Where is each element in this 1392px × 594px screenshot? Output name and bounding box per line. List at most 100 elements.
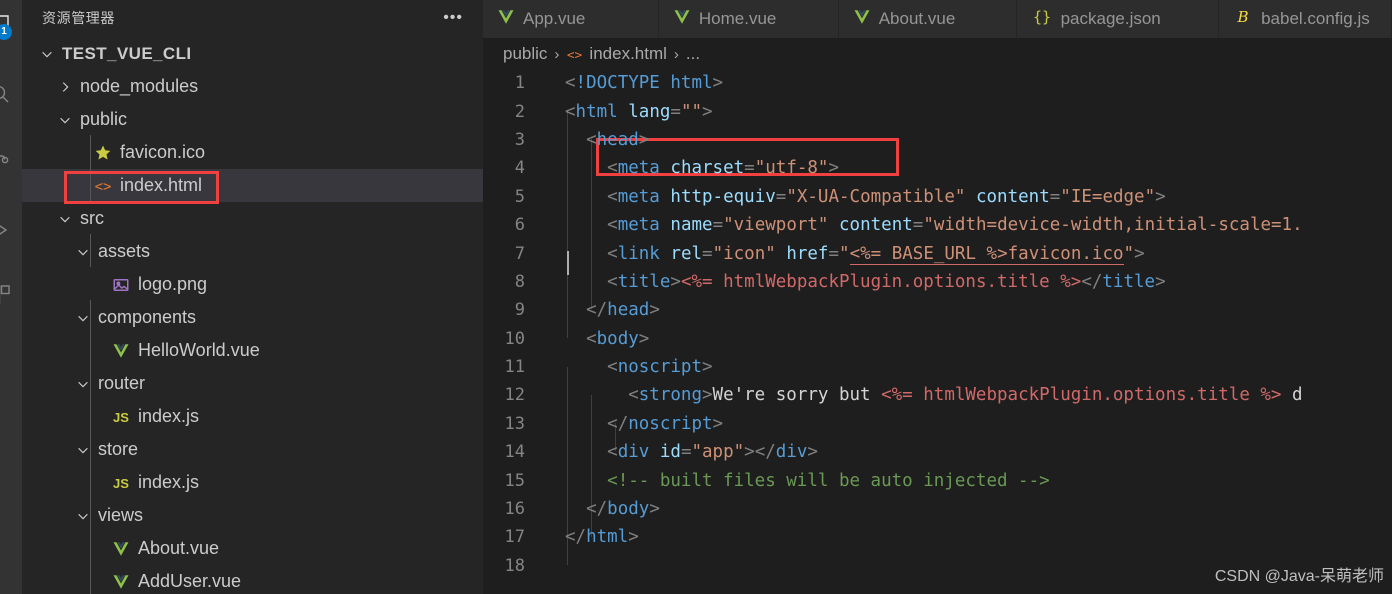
chevron-down-icon[interactable] (38, 45, 56, 63)
code-token: > (702, 101, 713, 122)
tree-folder-assets[interactable]: assets (22, 235, 483, 268)
breadcrumb-file[interactable]: index.html (589, 44, 666, 64)
tree-folder-router[interactable]: router (22, 367, 483, 400)
line-number: 5 (514, 186, 525, 207)
tree-file-index.html[interactable]: <> index.html (22, 169, 483, 202)
code-line: 13 </noscript> (483, 410, 1392, 438)
run-debug-icon[interactable] (0, 208, 22, 252)
code-line: 5 <meta http-equiv="X-UA-Compatible" con… (483, 183, 1392, 211)
breadcrumb-folder[interactable]: public (503, 44, 547, 64)
tree-item-label: TEST_VUE_CLI (62, 43, 192, 63)
editor-group: App.vue Home.vue About.vue {} package.json Bb… (483, 0, 1392, 594)
svg-text:JS: JS (113, 476, 129, 491)
code-line-text: <!-- built files will be auto injected -… (537, 471, 1050, 491)
code-token: < (607, 357, 618, 378)
tree-file-About.vue[interactable]: About.vue (22, 532, 483, 565)
tree-folder-store[interactable]: store (22, 433, 483, 466)
code-token: meta (617, 158, 660, 179)
code-line-text: <html lang=""> (537, 102, 713, 122)
tab-label: App.vue (523, 9, 586, 28)
code-token: name (670, 215, 713, 236)
code-editor[interactable]: 1 <!DOCTYPE html> 2 <html lang=""> 3 <head> 4… (483, 69, 1392, 594)
tree-folder-public[interactable]: public (22, 103, 483, 136)
code-line-text: <meta http-equiv="X-UA-Compatible" conte… (537, 187, 1166, 207)
code-token: </ (565, 527, 587, 548)
code-line: 12 <strong>We're sorry but <%= htmlWebpa… (483, 381, 1392, 409)
tree-folder-components[interactable]: components (22, 301, 483, 334)
code-line-text: <body> (537, 329, 649, 349)
svg-text:B: B (1237, 8, 1249, 26)
tab-babel.config.js[interactable]: Bbabel.config.js (1219, 0, 1392, 38)
code-token: link (617, 243, 660, 264)
code-token: > (649, 300, 660, 321)
tree-folder-node_modules[interactable]: node_modules (22, 70, 483, 103)
tab-label: babel.config.js (1261, 9, 1370, 28)
tab-About.vue[interactable]: About.vue (838, 0, 1017, 38)
code-line-text: <meta name="viewport" content="width=dev… (537, 215, 1302, 236)
vue-icon (673, 8, 691, 31)
extensions-icon[interactable] (0, 272, 22, 316)
explorer-sidebar: 资源管理器 ••• TEST_VUE_CLI node_modules public… (22, 0, 483, 594)
code-token: < (586, 328, 597, 349)
code-token: "viewport" (723, 215, 829, 236)
code-token: noscript (628, 413, 713, 434)
json-icon: {} (1031, 8, 1053, 31)
code-token: < (628, 385, 639, 406)
code-token: = (744, 158, 755, 179)
js-icon: JS (110, 406, 132, 428)
tab-Home.vue[interactable]: Home.vue (658, 0, 839, 38)
code-token: <%= BASE_URL %>favicon.ico (849, 243, 1124, 265)
tree-file-HelloWorld.vue[interactable]: HelloWorld.vue (22, 334, 483, 367)
code-token: < (586, 129, 597, 150)
line-number: 15 (504, 470, 525, 491)
code-token: lang (628, 101, 671, 122)
tree-file-index.js[interactable]: JS index.js (22, 466, 483, 499)
code-token: rel (670, 243, 703, 264)
line-number: 16 (504, 499, 525, 520)
code-token: <!-- built files will be auto injected -… (607, 470, 1050, 491)
more-actions-icon[interactable]: ••• (443, 9, 471, 25)
code-token: < (607, 215, 618, 236)
tree-root-test_vue_cli[interactable]: TEST_VUE_CLI (22, 37, 483, 70)
vue-icon (110, 538, 132, 560)
tab-App.vue[interactable]: App.vue (483, 0, 659, 38)
code-token: > (744, 442, 755, 463)
chevron-down-icon[interactable] (56, 111, 74, 129)
html-icon: <> (92, 175, 114, 197)
chevron-down-icon[interactable] (56, 210, 74, 228)
tree-file-logo.png[interactable]: logo.png (22, 268, 483, 301)
code-token: = (670, 101, 681, 122)
code-token: href (786, 243, 829, 264)
code-token: > (638, 129, 650, 150)
code-token: = (775, 186, 787, 207)
source-control-icon[interactable] (0, 140, 22, 184)
tree-file-index.js[interactable]: JS index.js (22, 400, 483, 433)
code-token: > (1155, 271, 1166, 292)
tab-label: package.json (1060, 9, 1161, 28)
code-line-text: </html> (537, 527, 639, 547)
line-number: 18 (504, 555, 525, 576)
search-icon[interactable] (0, 72, 22, 116)
tab-package.json[interactable]: {} package.json (1016, 0, 1220, 38)
code-token: content (839, 215, 913, 236)
code-token: div (617, 442, 650, 463)
code-line-text: <meta charset="utf-8"> (537, 158, 839, 178)
tree-file-AddUser.vue[interactable]: AddUser.vue (22, 565, 483, 594)
tree-file-favicon.ico[interactable]: favicon.ico (22, 136, 483, 169)
code-line-text: <strong>We're sorry but <%= htmlWebpackP… (537, 385, 1302, 406)
breadcrumb-ellipsis[interactable]: ... (686, 44, 700, 64)
code-token: div (775, 442, 808, 463)
tree-folder-views[interactable]: views (22, 499, 483, 532)
tree-folder-src[interactable]: src (22, 202, 483, 235)
chevron-right-icon[interactable] (56, 78, 74, 96)
code-line: 8 <title><%= htmlWebpackPlugin.options.t… (483, 268, 1392, 296)
vscode-window: 1 资源管理器 ••• TEST_VUE_CLI node_modules pu… (0, 0, 1392, 594)
